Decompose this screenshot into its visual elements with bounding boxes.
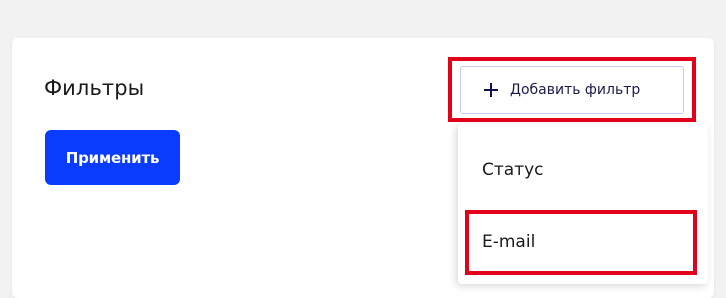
add-filter-button[interactable]: Добавить фильтр xyxy=(460,66,684,114)
plus-icon xyxy=(484,83,498,97)
add-filter-label: Добавить фильтр xyxy=(510,82,641,98)
dropdown-item-status[interactable]: Статус xyxy=(482,160,544,180)
dropdown-item-email[interactable]: E-mail xyxy=(482,232,535,252)
filter-dropdown-menu: Статус E-mail xyxy=(458,124,708,284)
apply-button[interactable]: Применить xyxy=(45,130,180,185)
filters-title: Фильтры xyxy=(44,76,145,100)
